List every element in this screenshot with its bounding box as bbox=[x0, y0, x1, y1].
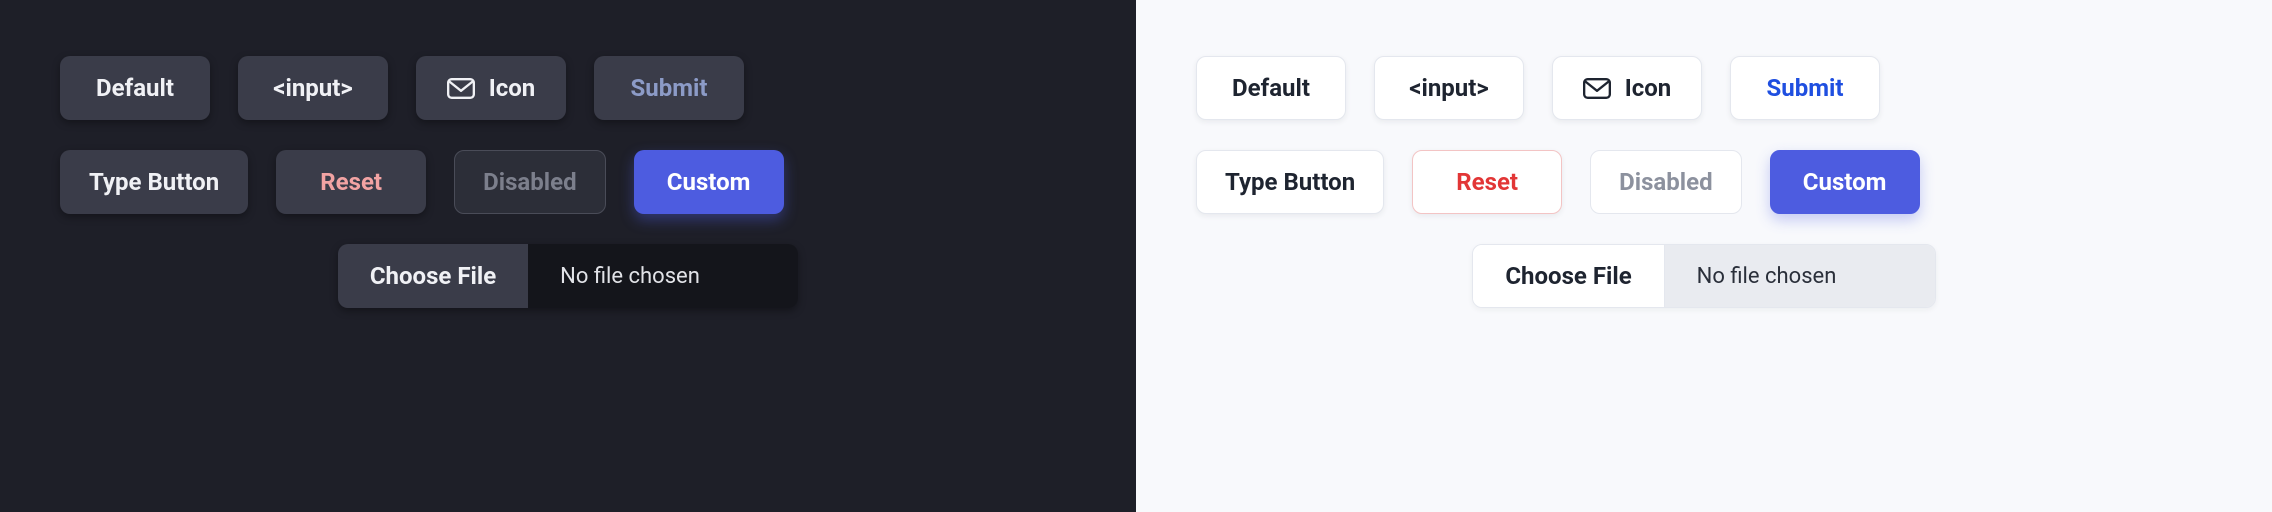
icon-button-label: Icon bbox=[1625, 74, 1672, 102]
input-button[interactable]: <input> bbox=[238, 56, 388, 120]
input-button-label: <input> bbox=[273, 74, 353, 102]
dark-theme-panel: Default <input> Icon Submit Type Button … bbox=[0, 0, 1136, 512]
button-row-2: Type Button Reset Disabled Custom bbox=[1196, 150, 2212, 214]
choose-file-label: Choose File bbox=[370, 262, 496, 290]
file-picker-row: Choose File No file chosen bbox=[1196, 244, 2212, 308]
reset-button[interactable]: Reset bbox=[276, 150, 426, 214]
button-row-1: Default <input> Icon Submit bbox=[1196, 56, 2212, 120]
light-theme-panel: Default <input> Icon Submit Type Button … bbox=[1136, 0, 2272, 512]
button-row-2: Type Button Reset Disabled Custom bbox=[60, 150, 1076, 214]
file-status-text: No file chosen bbox=[528, 244, 798, 308]
icon-button[interactable]: Icon bbox=[416, 56, 566, 120]
disabled-button-label: Disabled bbox=[1619, 168, 1712, 196]
reset-button-label: Reset bbox=[1456, 168, 1518, 196]
custom-button[interactable]: Custom bbox=[634, 150, 784, 214]
choose-file-label: Choose File bbox=[1505, 262, 1631, 290]
file-picker[interactable]: Choose File No file chosen bbox=[338, 244, 798, 308]
reset-button-label: Reset bbox=[320, 168, 382, 196]
mail-icon bbox=[1583, 77, 1611, 99]
input-button[interactable]: <input> bbox=[1374, 56, 1524, 120]
type-button[interactable]: Type Button bbox=[1196, 150, 1384, 214]
file-status-text: No file chosen bbox=[1665, 245, 1935, 307]
custom-button-label: Custom bbox=[1803, 168, 1887, 196]
type-button-label: Type Button bbox=[1225, 168, 1355, 196]
icon-button[interactable]: Icon bbox=[1552, 56, 1702, 120]
file-picker-row: Choose File No file chosen bbox=[60, 244, 1076, 308]
submit-button[interactable]: Submit bbox=[1730, 56, 1880, 120]
submit-button-label: Submit bbox=[1767, 74, 1844, 102]
custom-button[interactable]: Custom bbox=[1770, 150, 1920, 214]
reset-button[interactable]: Reset bbox=[1412, 150, 1562, 214]
file-picker[interactable]: Choose File No file chosen bbox=[1472, 244, 1935, 308]
default-button[interactable]: Default bbox=[1196, 56, 1346, 120]
type-button[interactable]: Type Button bbox=[60, 150, 248, 214]
mail-icon bbox=[447, 77, 475, 99]
disabled-button: Disabled bbox=[1590, 150, 1741, 214]
custom-button-label: Custom bbox=[667, 168, 751, 196]
default-button-label: Default bbox=[96, 74, 174, 102]
disabled-button-label: Disabled bbox=[483, 168, 576, 196]
choose-file-button[interactable]: Choose File bbox=[1473, 245, 1664, 307]
default-button-label: Default bbox=[1232, 74, 1310, 102]
disabled-button: Disabled bbox=[454, 150, 605, 214]
icon-button-label: Icon bbox=[489, 74, 536, 102]
input-button-label: <input> bbox=[1409, 74, 1489, 102]
button-row-1: Default <input> Icon Submit bbox=[60, 56, 1076, 120]
submit-button[interactable]: Submit bbox=[594, 56, 744, 120]
choose-file-button[interactable]: Choose File bbox=[338, 244, 528, 308]
default-button[interactable]: Default bbox=[60, 56, 210, 120]
type-button-label: Type Button bbox=[89, 168, 219, 196]
submit-button-label: Submit bbox=[631, 74, 708, 102]
